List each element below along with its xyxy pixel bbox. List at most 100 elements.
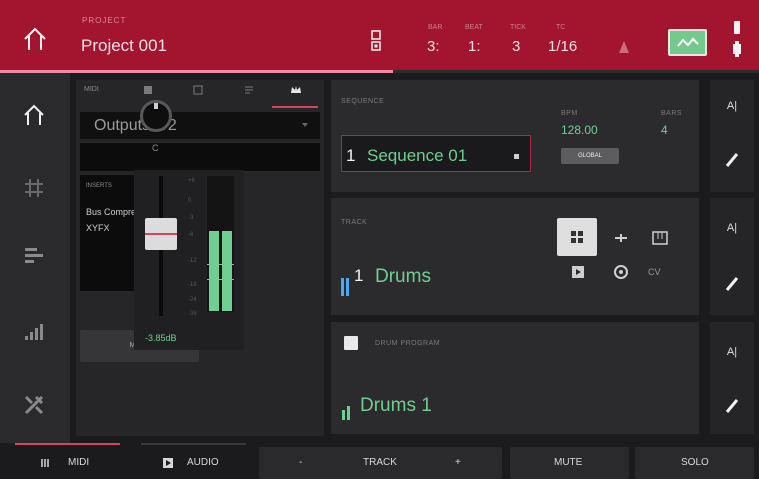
sequence-caption: SEQUENCE xyxy=(341,98,385,105)
grid-hash-icon[interactable] xyxy=(22,176,46,200)
automation-button[interactable] xyxy=(668,29,707,56)
audio-button[interactable]: AUDIO xyxy=(141,443,251,479)
rename-track-button[interactable]: A| xyxy=(710,222,754,234)
bar-value[interactable]: 3: xyxy=(427,38,440,55)
blank-field[interactable] xyxy=(80,143,320,171)
tab-list-icon[interactable] xyxy=(244,85,254,95)
fader-line xyxy=(145,233,177,235)
pencil-icon[interactable] xyxy=(724,152,740,168)
track-side-buttons: A| xyxy=(710,198,754,315)
volume-readout: -3.85dB xyxy=(145,333,177,343)
tick-value[interactable]: 3 xyxy=(512,38,520,55)
midi-port-icon[interactable] xyxy=(611,262,631,282)
sequence-select[interactable]: 1 Sequence 01 xyxy=(341,135,531,172)
audio-play-icon xyxy=(163,458,173,468)
active-tab-indicator xyxy=(272,106,318,108)
list-bars-icon[interactable] xyxy=(22,243,46,267)
solo-track-button[interactable]: SOLO xyxy=(635,447,754,479)
bpm-value[interactable]: 128.00 xyxy=(561,123,598,137)
sequence-name: Sequence 01 xyxy=(367,146,468,165)
scale-tick: -36 xyxy=(188,311,197,317)
tick-caption: TICK xyxy=(510,24,526,31)
timing-correct-value[interactable]: 1/16 xyxy=(548,38,577,55)
beat-value[interactable]: 1: xyxy=(468,38,481,55)
program-name[interactable]: Drums 1 xyxy=(360,395,432,417)
volume-fader[interactable] xyxy=(145,218,177,250)
progress-strip xyxy=(0,70,759,73)
insert-slot[interactable]: XYFX xyxy=(86,223,110,233)
inserts-caption: INSERTS xyxy=(86,183,112,189)
output-select[interactable]: Outputs 1/2 xyxy=(80,112,320,139)
top-bar: PROJECT Project 001 BAR 3: BEAT 1: TICK … xyxy=(0,0,759,70)
chevron-down-icon xyxy=(514,154,519,159)
rename-sequence-button[interactable]: A| xyxy=(710,100,754,112)
track-number: 1 xyxy=(354,266,364,285)
tab-sampler-icon[interactable] xyxy=(193,85,203,95)
program-panel: DRUM PROGRAM Drums 1 xyxy=(331,322,699,434)
keygroup-icon[interactable] xyxy=(650,228,670,248)
track-label: TRACK xyxy=(363,457,397,468)
sequence-side-buttons: A| xyxy=(710,80,754,192)
rename-program-button[interactable]: A| xyxy=(710,346,754,358)
chevron-down-icon xyxy=(302,123,308,127)
volume-bars-icon[interactable] xyxy=(22,319,46,343)
track-minus-button[interactable]: - xyxy=(299,457,302,468)
tab-crown-icon[interactable] xyxy=(290,84,302,96)
pan-knob-indicator xyxy=(154,103,158,109)
tab-grid-icon[interactable] xyxy=(143,85,153,95)
bars-caption: BARS xyxy=(661,110,683,117)
timing-correct-caption: TC xyxy=(556,24,566,31)
project-caption: PROJECT xyxy=(82,16,127,25)
left-nav xyxy=(0,73,70,443)
house-icon[interactable] xyxy=(22,103,46,127)
track-selector: - TRACK + xyxy=(259,447,502,479)
level-meter-right xyxy=(222,231,232,311)
wrench-icon[interactable] xyxy=(22,393,46,417)
track-color-bar xyxy=(341,278,344,296)
plugin-icon[interactable] xyxy=(611,228,631,248)
metronome-icon[interactable] xyxy=(617,40,631,54)
battery-icon xyxy=(733,21,741,57)
automation-wave-icon xyxy=(677,37,699,47)
audio-label: AUDIO xyxy=(187,457,219,468)
program-caption: DRUM PROGRAM xyxy=(375,340,441,347)
scale-tick: -12 xyxy=(188,258,197,264)
sequence-panel: SEQUENCE 1 Sequence 01 BPM 128.00 BARS 4… xyxy=(331,80,699,192)
track-plus-button[interactable]: + xyxy=(455,457,461,468)
scale-tick: -24 xyxy=(188,297,197,303)
pencil-icon[interactable] xyxy=(724,276,740,292)
pencil-icon[interactable] xyxy=(724,398,740,414)
project-name[interactable]: Project 001 xyxy=(81,36,167,56)
mute-track-button[interactable]: MUTE xyxy=(510,447,629,479)
track-name[interactable]: Drums xyxy=(375,266,431,288)
beat-caption: BEAT xyxy=(465,24,483,31)
solo-label: SOLO xyxy=(681,457,709,468)
midi-button[interactable]: MIDI xyxy=(15,443,135,479)
track-panel: TRACK 1 Drums CV xyxy=(331,198,699,315)
midi-label: MIDI xyxy=(68,457,90,468)
bpm-caption: BPM xyxy=(561,110,578,117)
bars-value[interactable]: 4 xyxy=(661,123,668,137)
home-icon[interactable] xyxy=(22,26,48,52)
midi-grid-icon xyxy=(41,459,49,467)
track-type-drum-button[interactable] xyxy=(557,218,597,256)
scale-tick: 0 xyxy=(188,198,192,204)
scale-tick: -6 xyxy=(188,232,194,238)
program-level-bar xyxy=(347,406,350,420)
cv-label[interactable]: CV xyxy=(648,267,661,277)
strip-tabs: MIDI xyxy=(76,80,324,108)
track-caption: TRACK xyxy=(341,219,368,226)
midi-active-indicator xyxy=(15,443,120,445)
drum-program-icon xyxy=(344,336,358,350)
scale-tick: +6 xyxy=(188,178,195,184)
bar-caption: BAR xyxy=(428,24,443,31)
sequence-mode-icon[interactable] xyxy=(371,30,381,52)
scale-tick: -3 xyxy=(188,215,194,221)
global-button[interactable]: GLOBAL xyxy=(561,148,619,164)
bottom-bar: MIDI AUDIO - TRACK + MUTE SOLO xyxy=(0,443,759,479)
audio-indicator xyxy=(141,443,246,445)
scale-tick: -18 xyxy=(188,282,197,288)
clip-icon[interactable] xyxy=(568,262,588,282)
track-color-bar xyxy=(346,278,349,296)
tab-midi[interactable]: MIDI xyxy=(84,86,99,93)
